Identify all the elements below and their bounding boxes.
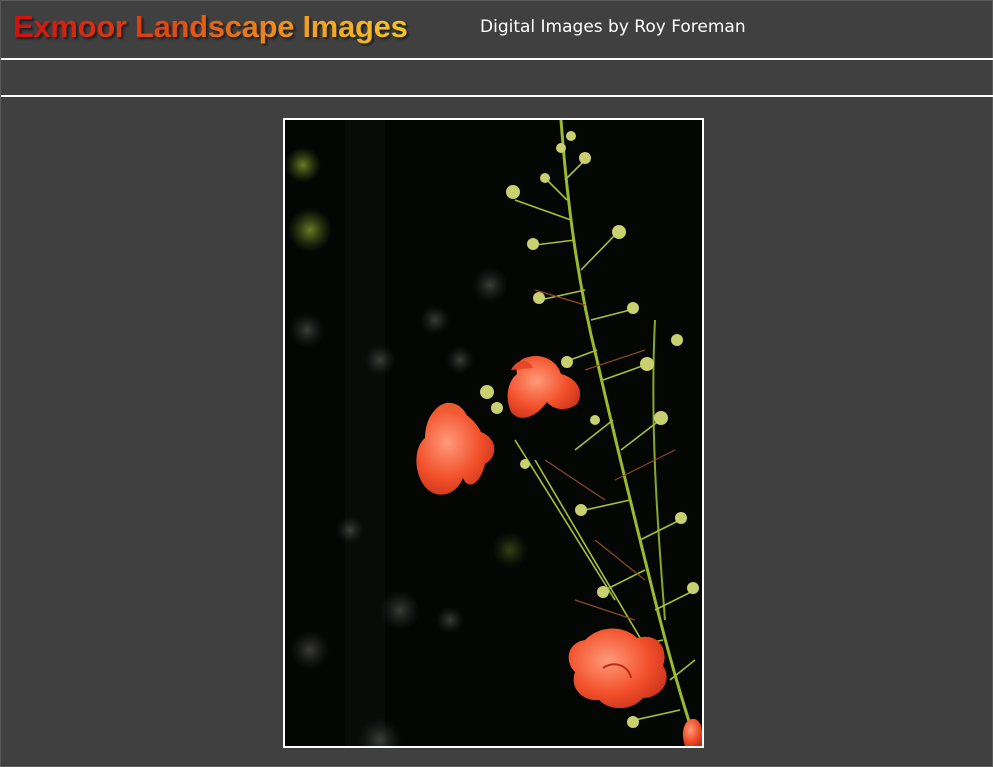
featured-photo[interactable] <box>283 118 704 748</box>
site-subtitle: Digital Images by Roy Foreman <box>480 17 746 37</box>
orange-flower-bottom <box>568 628 667 709</box>
navigation-bar <box>1 62 993 97</box>
page-frame: Exmoor Landscape Images Digital Images b… <box>0 0 993 767</box>
site-header: Exmoor Landscape Images Digital Images b… <box>1 1 993 60</box>
flower-photo-image <box>285 120 702 746</box>
site-title[interactable]: Exmoor Landscape Images <box>13 9 408 45</box>
